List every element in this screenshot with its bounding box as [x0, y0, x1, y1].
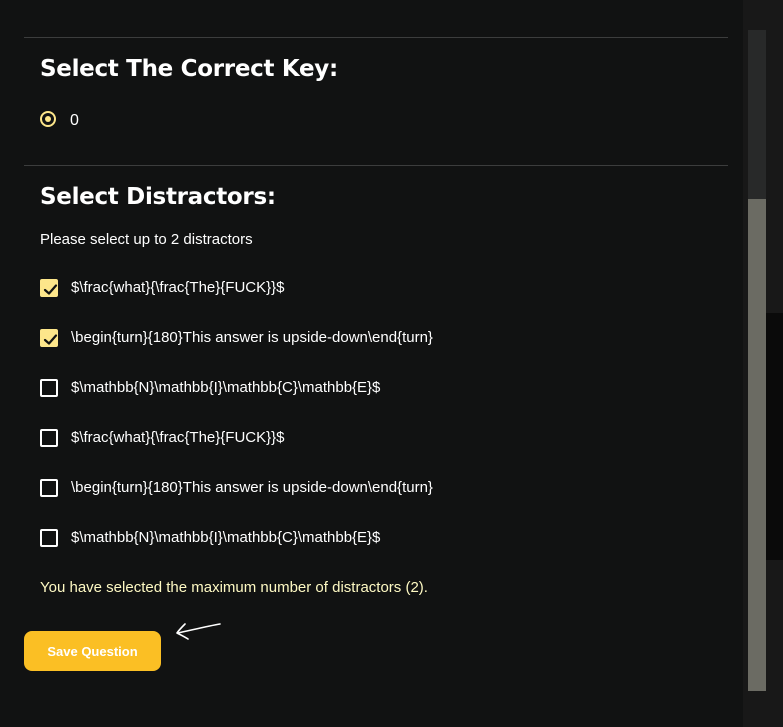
distractor-checkbox[interactable]: [40, 529, 58, 547]
max-distractors-message: You have selected the maximum number of …: [40, 579, 428, 596]
distractor-label: $\mathbb{N}\mathbb{I}\mathbb{C}\mathbb{E…: [71, 379, 381, 396]
distractor-option[interactable]: $\frac{what}{\frac{The}{FUCK}}$: [40, 427, 680, 449]
divider: [24, 165, 728, 166]
radio-selected-dot: [45, 116, 51, 122]
distractor-label: $\frac{what}{\frac{The}{FUCK}}$: [71, 429, 285, 446]
correct-key-radio[interactable]: [40, 111, 56, 127]
distractor-checkbox[interactable]: [40, 479, 58, 497]
distractor-label: $\frac{what}{\frac{The}{FUCK}}$: [71, 279, 285, 296]
distractor-option[interactable]: \begin{turn}{180}This answer is upside-d…: [40, 477, 680, 499]
correct-key-radio-label: 0: [70, 112, 79, 129]
distractor-option[interactable]: \begin{turn}{180}This answer is upside-d…: [40, 327, 680, 349]
distractor-checkbox[interactable]: [40, 279, 58, 297]
distractor-checkbox[interactable]: [40, 379, 58, 397]
distractors-heading: Select Distractors:: [40, 184, 276, 210]
correct-key-heading: Select The Correct Key:: [40, 56, 338, 82]
distractor-label: \begin{turn}{180}This answer is upside-d…: [71, 329, 433, 346]
hand-drawn-arrow-icon: [176, 623, 221, 640]
scrollbar-thumb[interactable]: [748, 199, 766, 691]
distractors-helper-text: Please select up to 2 distractors: [40, 231, 253, 248]
distractor-option[interactable]: $\mathbb{N}\mathbb{I}\mathbb{C}\mathbb{E…: [40, 377, 680, 399]
distractor-label: $\mathbb{N}\mathbb{I}\mathbb{C}\mathbb{E…: [71, 529, 381, 546]
distractor-option[interactable]: $\frac{what}{\frac{The}{FUCK}}$: [40, 277, 680, 299]
distractor-checkbox[interactable]: [40, 429, 58, 447]
distractor-checkbox[interactable]: [40, 329, 58, 347]
save-question-button[interactable]: Save Question: [24, 631, 161, 671]
distractor-option[interactable]: $\mathbb{N}\mathbb{I}\mathbb{C}\mathbb{E…: [40, 527, 680, 549]
background-panel-edge: [766, 313, 783, 560]
divider: [24, 37, 728, 38]
check-icon: [43, 284, 58, 295]
question-panel: Select The Correct Key: 0 Select Distrac…: [0, 0, 743, 727]
distractor-label: \begin{turn}{180}This answer is upside-d…: [71, 479, 433, 496]
check-icon: [43, 334, 58, 345]
